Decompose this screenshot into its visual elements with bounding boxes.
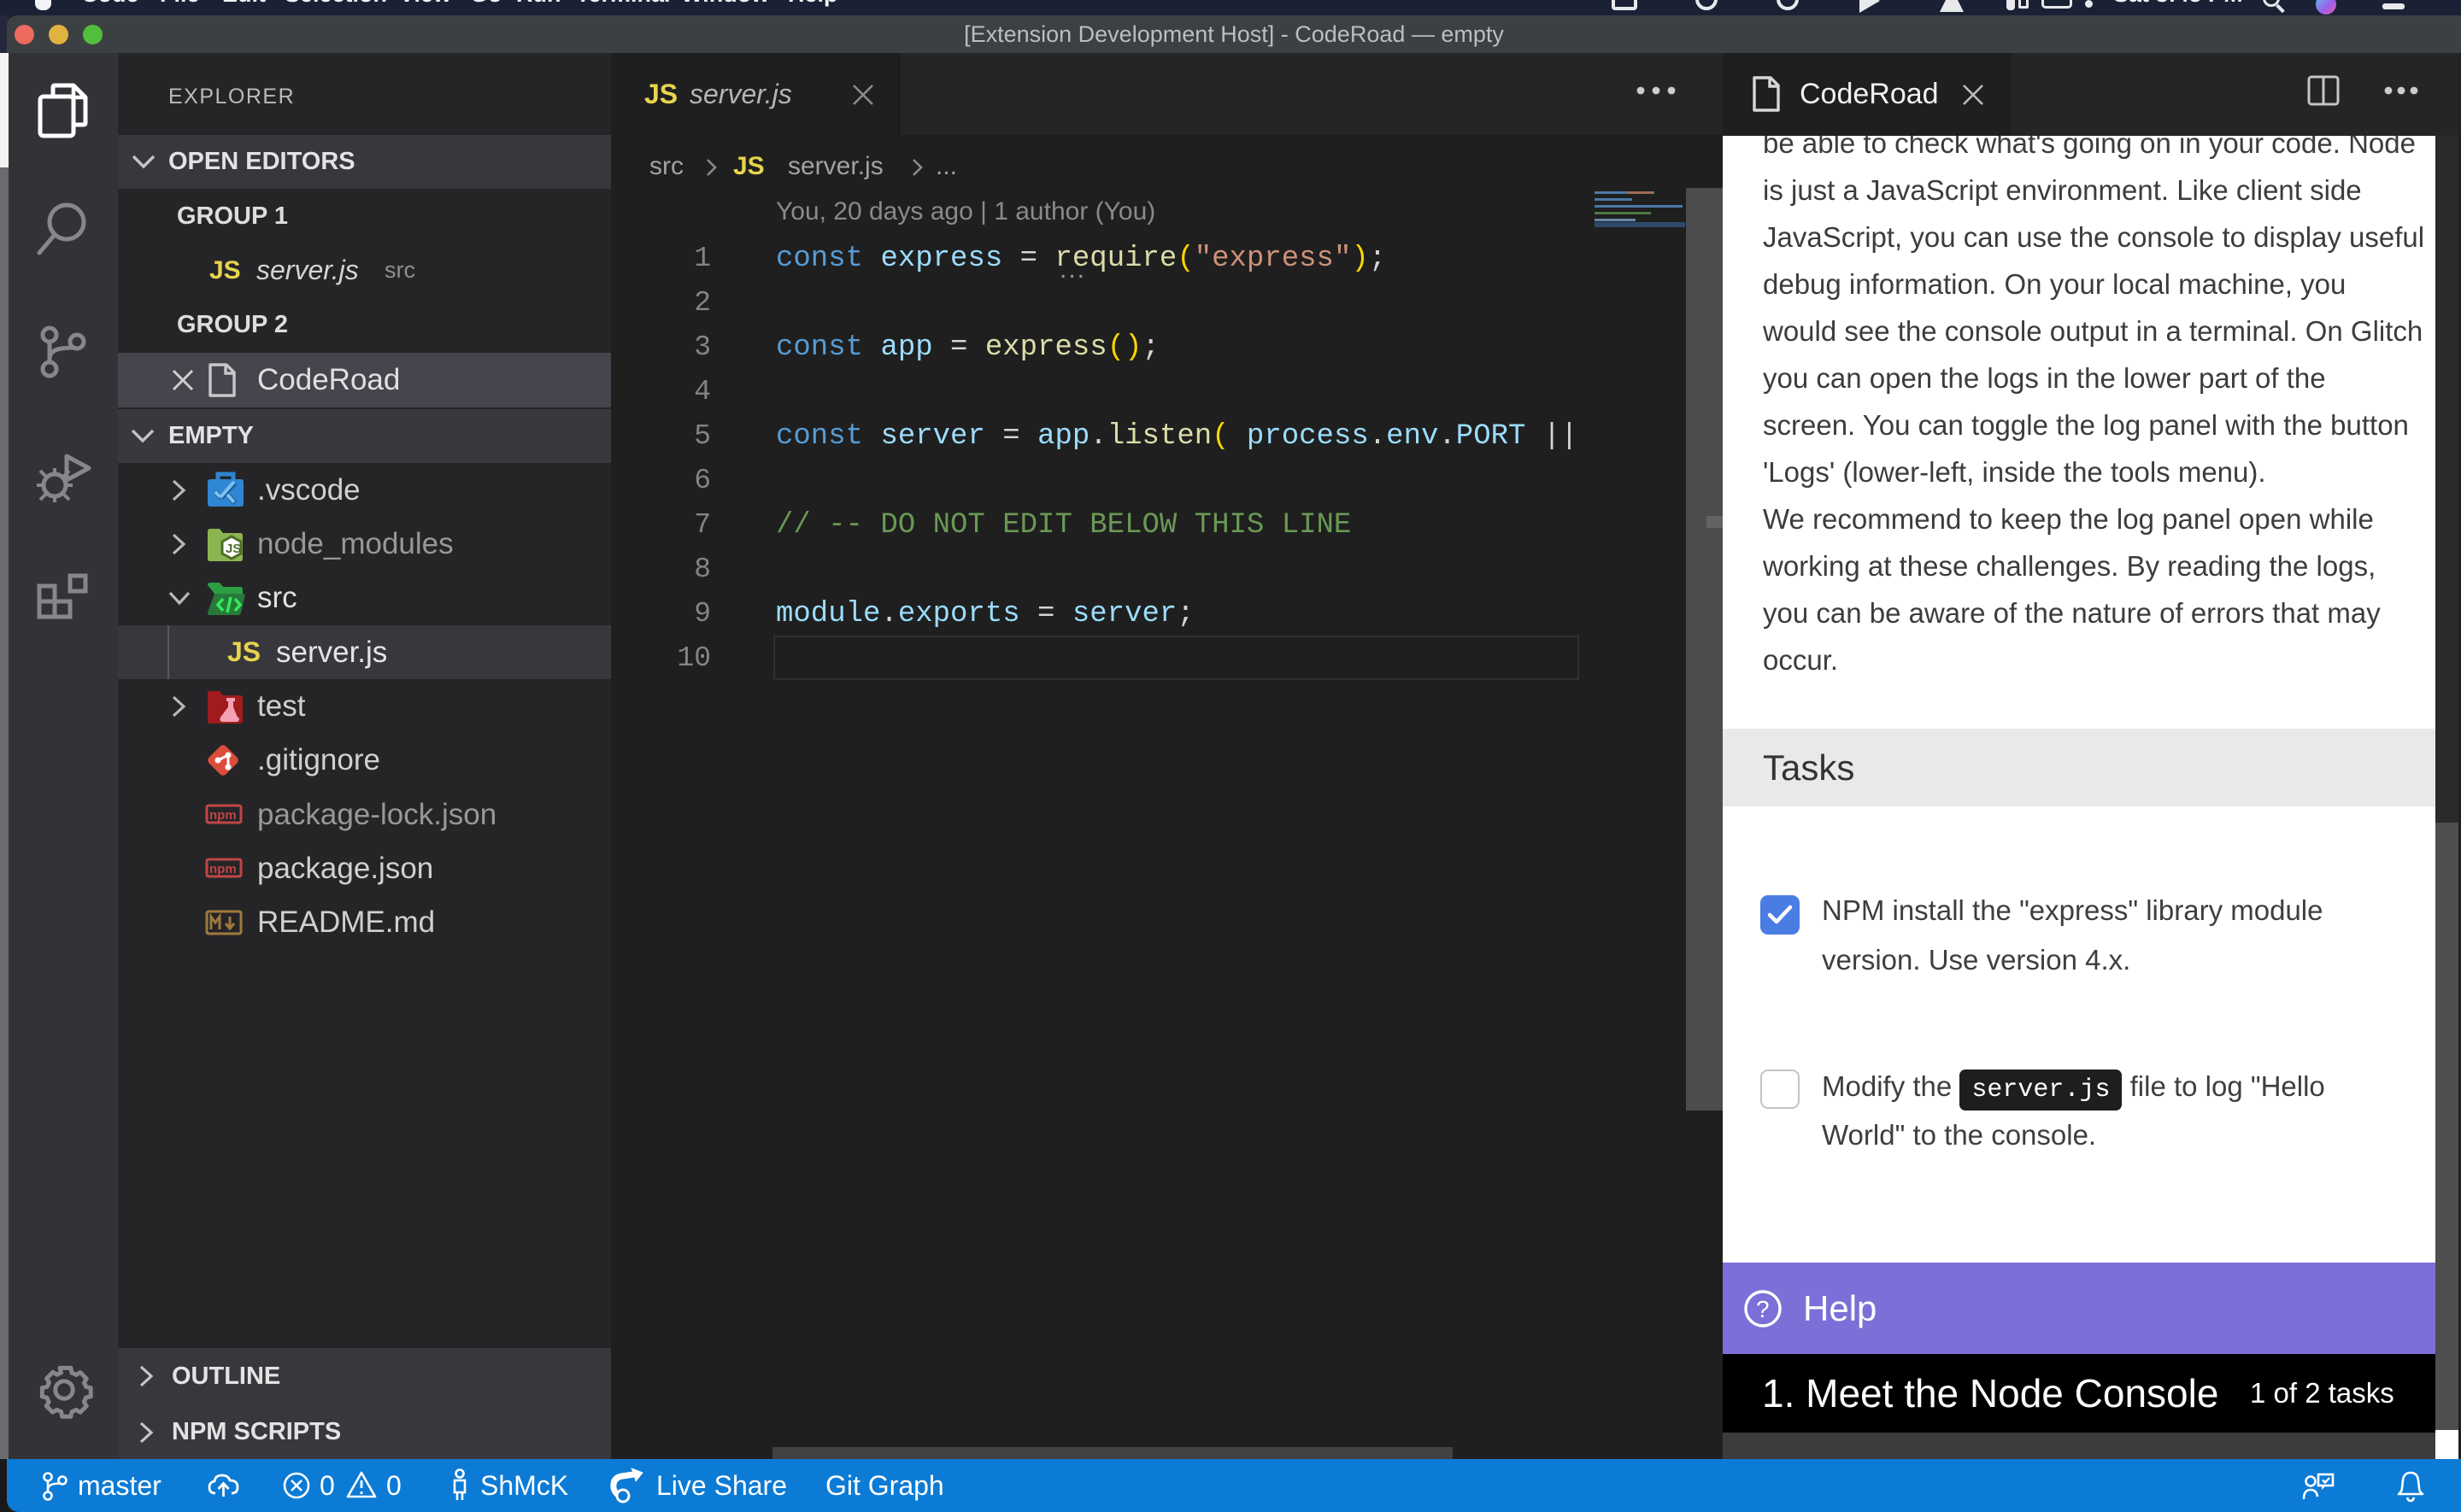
svg-text:npm: npm xyxy=(209,862,237,876)
svg-text:JS: JS xyxy=(226,542,241,556)
svg-text:npm: npm xyxy=(209,808,237,823)
svg-text:?: ? xyxy=(1756,1296,1770,1322)
